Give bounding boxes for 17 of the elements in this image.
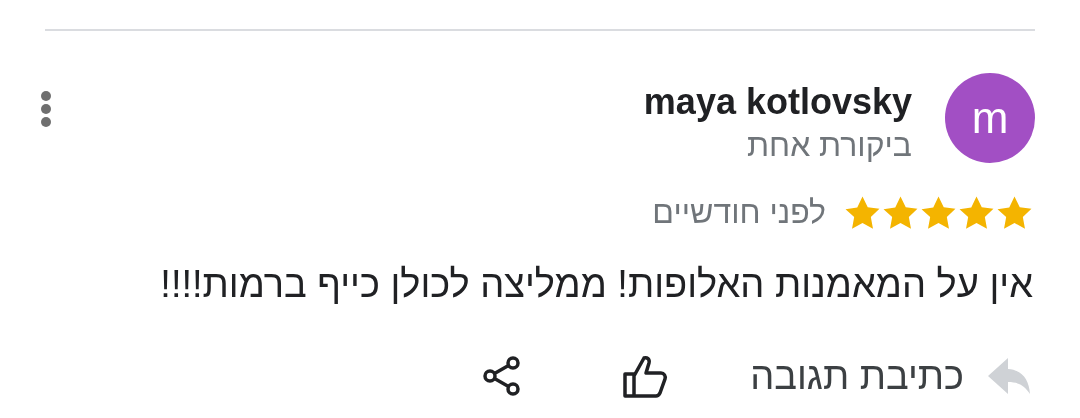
share-icon [482,356,523,396]
star-icon [920,194,957,231]
star-icon [844,194,881,231]
share-button[interactable] [482,356,523,396]
more-options-icon[interactable] [40,91,52,127]
star-icon [996,194,1033,231]
reply-icon [986,356,1032,396]
author-name[interactable]: maya kotlovsky [643,81,912,123]
like-button[interactable] [622,354,669,398]
review-count: ביקורת אחת [746,127,912,164]
review-time: לפני חודשיים [652,194,826,231]
reply-button[interactable]: כתיבת תגובה [750,354,1032,398]
review-text: אין על המאמנות האלופות! ממליצה לכולן כייף ברמות!!!! [159,263,1034,306]
star-icon [958,194,995,231]
thumbs-up-icon [622,354,669,398]
avatar: m [945,73,1035,163]
star-icon [882,194,919,231]
